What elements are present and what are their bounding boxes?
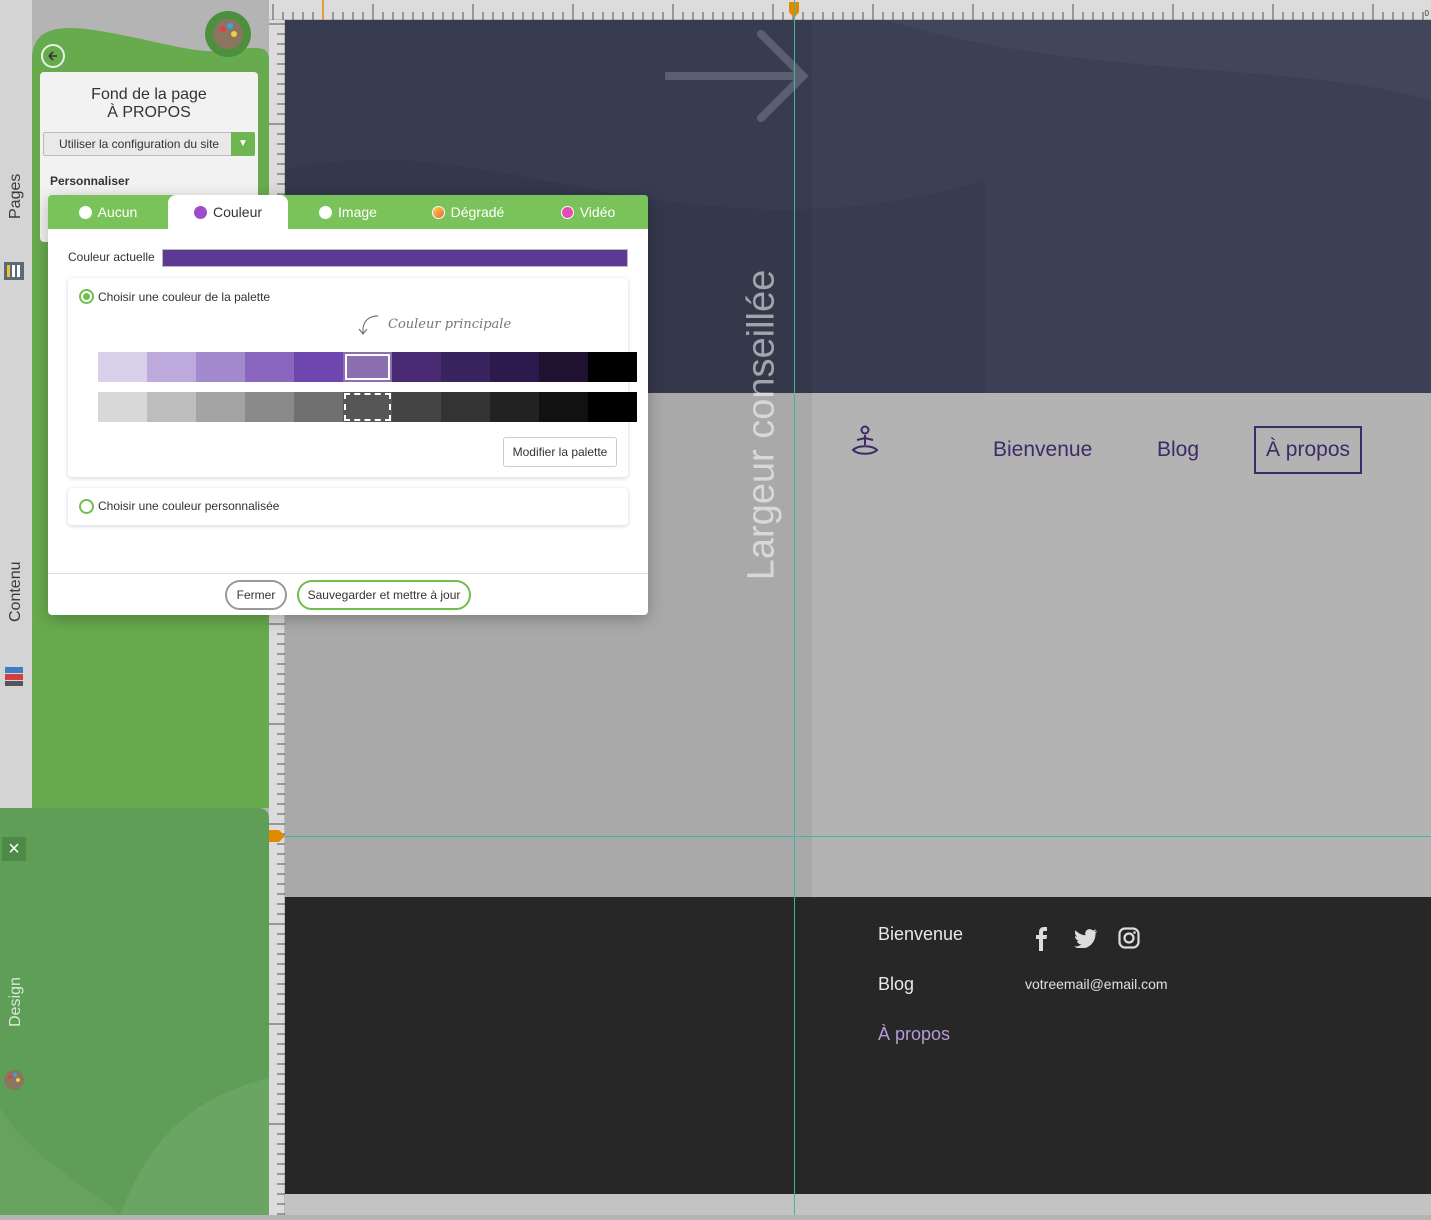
- tab-couleur[interactable]: Couleur: [168, 195, 288, 229]
- ruler-handle-left-icon: [269, 830, 285, 842]
- palette-swatch[interactable]: [294, 352, 343, 382]
- modal-tabs: Aucun Couleur Image Dégradé Vidéo: [48, 195, 648, 229]
- palette-option-label[interactable]: Choisir une couleur de la palette: [98, 290, 270, 304]
- panel-title: Fond de la page À PROPOS: [91, 86, 207, 121]
- chevron-down-icon: ▼: [231, 132, 255, 156]
- content-icon[interactable]: [3, 664, 25, 688]
- tab-contenu[interactable]: Contenu: [7, 562, 25, 623]
- footer-email[interactable]: votreemail@email.com: [1025, 976, 1168, 992]
- palette-swatch[interactable]: [294, 392, 343, 422]
- ruler-top-ticks: [272, 0, 1424, 20]
- curved-arrow-icon: [358, 315, 379, 335]
- config-select[interactable]: Utiliser la configuration du site ▼: [43, 132, 255, 156]
- tab-video[interactable]: Vidéo: [528, 195, 648, 229]
- custom-color-panel: Choisir une couleur personnalisée: [68, 488, 628, 525]
- page-bottom: [285, 1194, 1431, 1215]
- tab-pages[interactable]: Pages: [7, 174, 25, 219]
- close-sidebar-icon[interactable]: ×: [2, 837, 26, 861]
- palette-icon[interactable]: [3, 1068, 25, 1092]
- guide-line-horizontal[interactable]: [285, 836, 1431, 837]
- palette-swatch[interactable]: [441, 352, 490, 382]
- background-modal: Aucun Couleur Image Dégradé Vidéo Couleu…: [48, 195, 648, 615]
- guide-line-vertical[interactable]: [794, 0, 795, 1215]
- tab-aucun[interactable]: Aucun: [48, 195, 168, 229]
- facebook-icon[interactable]: [1032, 927, 1052, 951]
- palette-swatch[interactable]: [196, 352, 245, 382]
- none-icon: [78, 205, 92, 219]
- modify-palette-button[interactable]: Modifier la palette: [503, 437, 617, 467]
- palette-swatch[interactable]: [588, 392, 637, 422]
- nav-a-propos[interactable]: À propos: [1254, 426, 1362, 474]
- palette-row-main: [98, 352, 637, 382]
- footer-link-bienvenue[interactable]: Bienvenue: [878, 924, 963, 945]
- footer-link-a-propos[interactable]: À propos: [878, 1024, 950, 1045]
- ruler-value: 0: [1424, 9, 1429, 18]
- custom-color-radio[interactable]: [79, 499, 94, 514]
- main-color-hint: Couleur principale: [388, 317, 512, 332]
- palette-radio[interactable]: [79, 289, 94, 304]
- nav-blog[interactable]: Blog: [1157, 438, 1199, 462]
- tab-image[interactable]: Image: [288, 195, 408, 229]
- tab-design[interactable]: Design: [7, 963, 25, 1041]
- palette-swatch[interactable]: [588, 352, 637, 382]
- color-dot-icon: [193, 205, 207, 219]
- design-palette-icon[interactable]: [204, 10, 252, 58]
- gradient-icon: [431, 205, 445, 219]
- palette-swatch[interactable]: [147, 392, 196, 422]
- instagram-icon[interactable]: [1118, 927, 1140, 949]
- palette-swatch[interactable]: [245, 352, 294, 382]
- palette-swatch[interactable]: [245, 392, 294, 422]
- palette-swatch[interactable]: [98, 352, 147, 382]
- footer-section[interactable]: [285, 897, 1431, 1194]
- palette-swatch[interactable]: [98, 392, 147, 422]
- palette-swatch[interactable]: [392, 352, 441, 382]
- footer-link-blog[interactable]: Blog: [878, 974, 914, 995]
- palette-swatch[interactable]: [147, 352, 196, 382]
- image-icon: [319, 205, 333, 219]
- arrow-right-icon: [665, 30, 809, 122]
- customize-heading: Personnaliser: [50, 174, 130, 188]
- recommended-width-label: Largeur conseillée: [740, 269, 783, 581]
- palette-swatch[interactable]: [441, 392, 490, 422]
- ruler-top: 0: [269, 0, 1431, 20]
- custom-option-label[interactable]: Choisir une couleur personnalisée: [98, 499, 279, 513]
- tab-degrade[interactable]: Dégradé: [408, 195, 528, 229]
- palette-row-gray: [98, 392, 637, 422]
- current-color-label: Couleur actuelle: [68, 250, 155, 264]
- nav-bienvenue[interactable]: Bienvenue: [993, 438, 1092, 462]
- palette-swatch[interactable]: [539, 352, 588, 382]
- palette-swatch[interactable]: [343, 352, 392, 382]
- palette-swatch[interactable]: [490, 352, 539, 382]
- palette-swatch[interactable]: [392, 392, 441, 422]
- back-icon[interactable]: [41, 44, 65, 68]
- close-button[interactable]: Fermer: [225, 580, 287, 610]
- logo-meditation-icon[interactable]: [848, 425, 882, 459]
- pages-icon[interactable]: [3, 259, 25, 283]
- palette-swatch[interactable]: [343, 392, 392, 422]
- current-color-swatch: [162, 249, 628, 267]
- palette-swatch[interactable]: [196, 392, 245, 422]
- modal-footer: Fermer Sauvegarder et mettre à jour: [48, 573, 648, 615]
- video-icon: [560, 205, 574, 219]
- save-update-button[interactable]: Sauvegarder et mettre à jour: [297, 580, 471, 610]
- twitter-icon[interactable]: [1074, 928, 1098, 948]
- palette-swatch[interactable]: [490, 392, 539, 422]
- palette-panel: Choisir une couleur de la palette Couleu…: [68, 278, 637, 477]
- palette-swatch[interactable]: [539, 392, 588, 422]
